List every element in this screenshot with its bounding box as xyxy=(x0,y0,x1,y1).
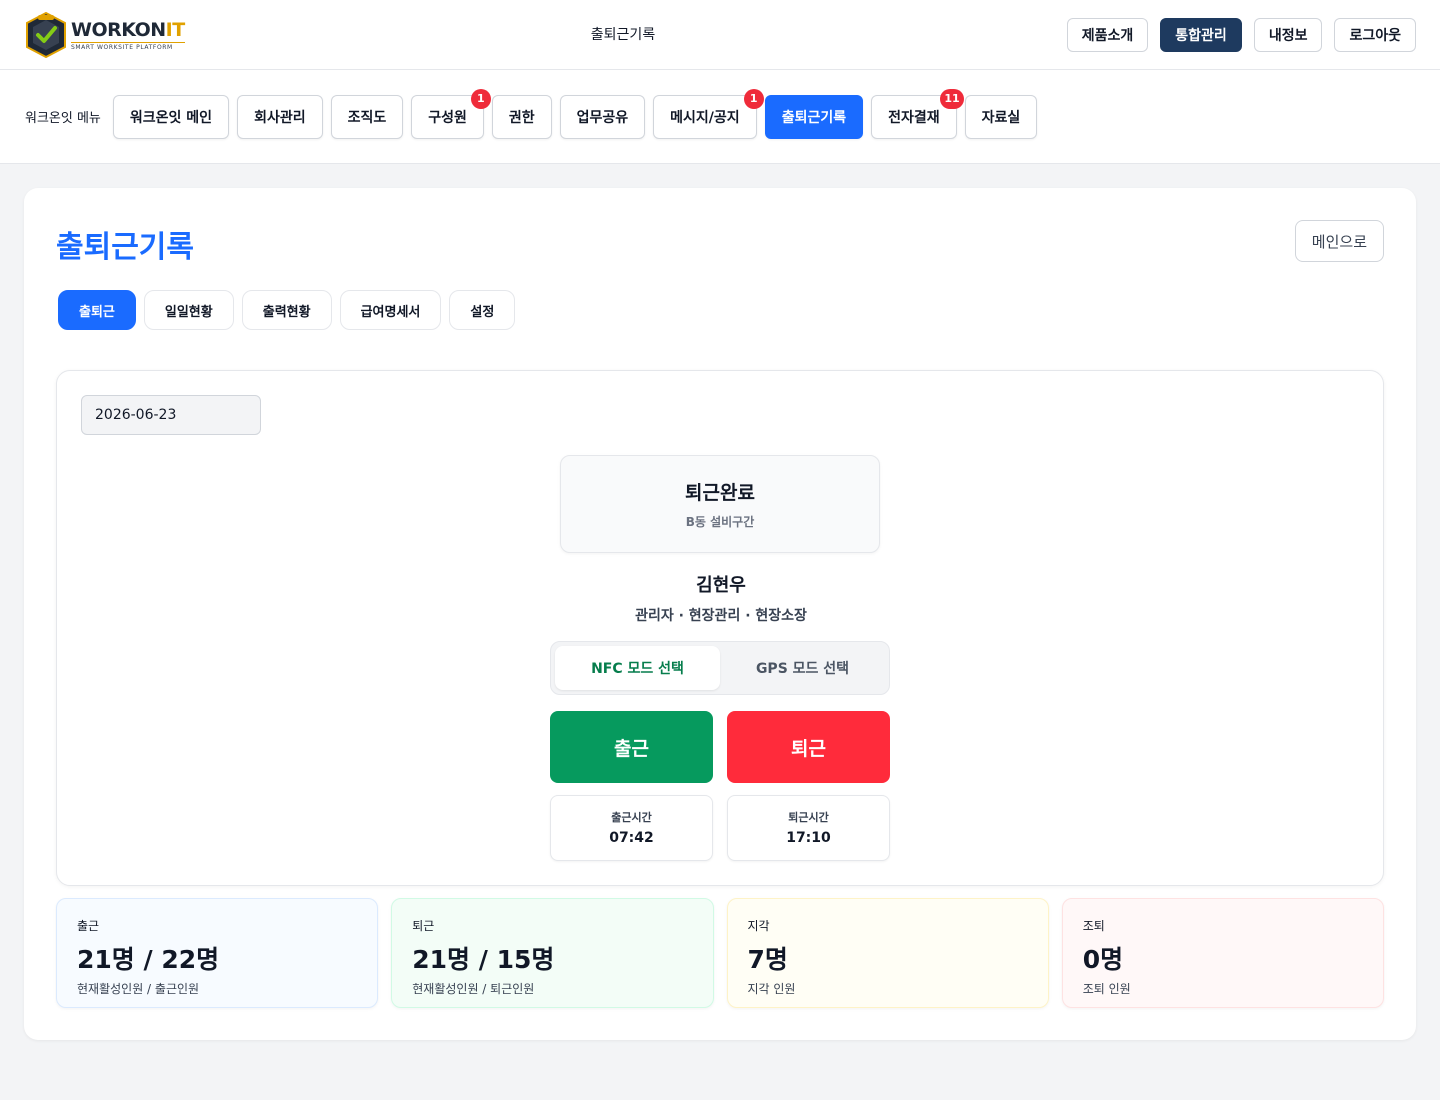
stat-value: 21명 / 15명 xyxy=(412,945,555,974)
clock-panel: 2026-06-23 퇴근완료 B동 설비구간 김현우 관리자 · 현장관리 ·… xyxy=(56,370,1384,886)
date-input[interactable]: 2026-06-23 xyxy=(81,395,261,435)
nfc-mode-option[interactable]: NFC 모드 선택 xyxy=(555,646,720,690)
menu-item-6[interactable]: 메시지/공지 1 xyxy=(653,88,764,139)
menu-item-label: 회사관리 xyxy=(254,109,306,126)
clock-out-button[interactable]: 퇴근 xyxy=(727,711,890,783)
top-header: WORKONIT SMART WORKSITE PLATFORM 출퇴근기록 제… xyxy=(0,0,1440,70)
logout-button[interactable]: 로그아웃 xyxy=(1334,18,1416,52)
clock-out-time-label: 퇴근시간 xyxy=(788,811,829,824)
clock-in-time-label: 출근시간 xyxy=(611,811,652,824)
header-title: 출퇴근기록 xyxy=(590,27,656,43)
menu-item-label: 메시지/공지 xyxy=(670,109,740,126)
menu-item-2[interactable]: 조직도 xyxy=(330,94,404,139)
menu-item-label: 출퇴근기록 xyxy=(781,109,847,126)
main-menu-bar: 워크온잇 메뉴 워크온잇 메인 회사관리 조직도 구성원 1 권한 업무공유 메시지/공지 1 출… xyxy=(0,70,1440,164)
menu-item-0[interactable]: 워크온잇 메인 xyxy=(112,94,230,139)
mode-toggle: NFC 모드 선택 GPS 모드 선택 xyxy=(550,641,890,695)
menu-item-label: 권한 xyxy=(508,109,535,126)
menu-item-label: 워크온잇 메인 xyxy=(129,109,213,126)
clock-in-time-value: 07:42 xyxy=(609,830,654,846)
tab-output-status[interactable]: 출력현황 xyxy=(241,290,332,330)
product-intro-button[interactable]: 제품소개 xyxy=(1066,18,1149,52)
menu-item-7[interactable]: 출퇴근기록 xyxy=(764,94,864,139)
menu-item-1[interactable]: 회사관리 xyxy=(237,94,323,139)
back-to-main-button[interactable]: 메인으로 xyxy=(1294,220,1384,262)
notification-badge: 1 xyxy=(743,88,764,109)
stat-desc: 지각 인원 xyxy=(747,982,796,996)
stat-desc: 현재활성인원 / 퇴근인원 xyxy=(412,982,535,996)
stat-card: 지각 7명지각 인원 xyxy=(726,898,1049,1008)
menu-label: 워크온잇 메뉴 xyxy=(25,111,101,126)
menu-item-label: 전자결재 xyxy=(888,109,940,126)
status-card: 퇴근완료 B동 설비구간 xyxy=(560,455,880,553)
page-title: 출퇴근기록 xyxy=(56,230,194,265)
menu-item-3[interactable]: 구성원 1 xyxy=(411,88,491,139)
menu-item-label: 구성원 xyxy=(428,109,467,126)
clock-in-time-box: 출근시간 07:42 xyxy=(550,795,713,861)
stat-card: 퇴근 21명 / 15명현재활성인원 / 퇴근인원 xyxy=(391,898,714,1008)
tab-daily-status[interactable]: 일일현황 xyxy=(143,290,234,330)
notification-badge: 11 xyxy=(940,88,964,109)
clock-in-button[interactable]: 출근 xyxy=(550,711,713,783)
menu-item-label: 자료실 xyxy=(981,109,1021,126)
stats-row: 출근 21명 / 22명현재활성인원 / 출근인원 퇴근 21명 / 15명현재활성인… xyxy=(56,898,1384,1008)
menu-item-5[interactable]: 업무공유 xyxy=(559,94,646,139)
integrated-admin-button[interactable]: 통합관리 xyxy=(1160,18,1242,52)
attendance-card: 출퇴근기록 메인으로 출퇴근 일일현황 출력현황 급여명세서 설정 2026-0… xyxy=(24,188,1416,1040)
notification-badge: 1 xyxy=(470,88,491,109)
tab-payslip[interactable]: 급여명세서 xyxy=(339,290,442,330)
stat-desc: 조퇴 인원 xyxy=(1082,982,1131,996)
tab-attendance[interactable]: 출퇴근 xyxy=(58,290,136,330)
person-role: 관리자 · 현장관리 · 현장소장 xyxy=(635,608,807,624)
header-actions: 제품소개 통합관리 내정보 로그아웃 xyxy=(1066,18,1416,52)
my-info-button[interactable]: 내정보 xyxy=(1253,18,1323,52)
stat-desc: 현재활성인원 / 출근인원 xyxy=(77,982,200,996)
menu-item-label: 업무공유 xyxy=(576,109,629,126)
menu-item-label: 조직도 xyxy=(347,109,387,126)
clock-out-time-value: 17:10 xyxy=(786,830,831,846)
person-name: 김현우 xyxy=(696,575,746,596)
stat-card: 조퇴 0명조퇴 인원 xyxy=(1061,898,1384,1008)
stat-value: 7명 xyxy=(747,945,788,974)
tab-settings[interactable]: 설정 xyxy=(449,290,516,330)
menu-items: 워크온잇 메인 회사관리 조직도 구성원 1 권한 업무공유 메시지/공지 1 출퇴근기록 전자결재… xyxy=(112,88,1038,139)
status-location: B동 설비구간 xyxy=(685,515,755,529)
stat-value: 21명 / 22명 xyxy=(77,945,220,974)
clock-out-time-box: 퇴근시간 17:10 xyxy=(727,795,890,861)
menu-item-8[interactable]: 전자결재 11 xyxy=(871,88,964,139)
menu-item-4[interactable]: 권한 xyxy=(491,94,552,139)
stat-value: 0명 xyxy=(1082,945,1124,974)
stat-card: 출근 21명 / 22명현재활성인원 / 출근인원 xyxy=(56,898,379,1008)
stat-label: 출근 xyxy=(77,919,100,933)
status-title: 퇴근완료 xyxy=(685,482,755,504)
sub-tabs: 출퇴근 일일현황 출력현황 급여명세서 설정 xyxy=(58,290,516,330)
gps-mode-option[interactable]: GPS 모드 선택 xyxy=(720,646,885,690)
stat-label: 조퇴 xyxy=(1082,919,1105,933)
stat-label: 지각 xyxy=(747,919,770,933)
stat-label: 퇴근 xyxy=(412,919,435,933)
menu-item-9[interactable]: 자료실 xyxy=(964,94,1038,139)
